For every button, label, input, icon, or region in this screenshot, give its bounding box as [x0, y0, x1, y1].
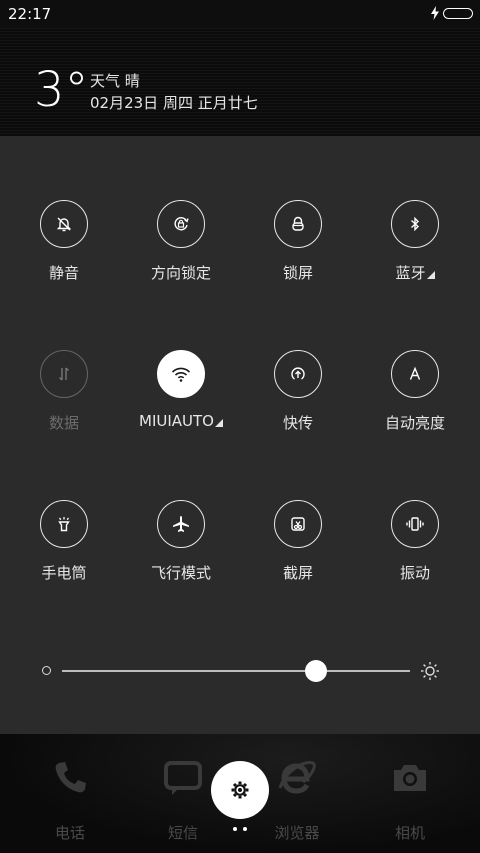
dock-label: 相机 [394, 824, 425, 842]
status-bar: 22:17 [0, 0, 480, 28]
bluetooth-icon [391, 200, 439, 248]
brightness-track[interactable] [62, 670, 410, 672]
wifi-icon [157, 350, 205, 398]
dock-app-phone[interactable]: 电话 [25, 754, 115, 844]
brightness-slider[interactable] [0, 655, 480, 687]
auto-brightness-icon [391, 350, 439, 398]
weather-condition: 天气 晴 [90, 72, 140, 90]
toggle-label: 蓝牙 [395, 264, 426, 282]
screenshot-icon [274, 500, 322, 548]
message-icon [164, 761, 202, 795]
camera-icon [394, 765, 426, 791]
toggle-label: 方向锁定 [150, 264, 211, 282]
settings-button[interactable] [211, 761, 269, 819]
toggle-label: 静音 [48, 264, 79, 282]
browser-icon [278, 761, 316, 794]
clock: 22:17 [8, 5, 52, 23]
toggle-lock-screen[interactable]: 锁屏 [243, 200, 353, 310]
page-dot [243, 827, 247, 831]
rotation-lock-icon [157, 200, 205, 248]
toggle-rotation-lock[interactable]: 方向锁定 [126, 200, 236, 310]
toggle-auto-brightness[interactable]: 自动亮度 [360, 350, 470, 460]
mobile-data-icon [40, 350, 88, 398]
dock-label: 电话 [54, 824, 85, 842]
date-text: 02月23日 周四 正月廿七 [90, 94, 258, 112]
toggle-wifi[interactable]: MIUIAUTO [126, 350, 236, 460]
airplane-icon [157, 500, 205, 548]
quick-transfer-icon [274, 350, 322, 398]
toggle-quick-transfer[interactable]: 快传 [243, 350, 353, 460]
temperature: 3° [34, 62, 89, 118]
toggle-label: MIUIAUTO [139, 412, 214, 430]
page-indicator [233, 827, 249, 833]
toggle-flashlight[interactable]: 手电筒 [9, 500, 119, 610]
toggle-screenshot[interactable]: 截屏 [243, 500, 353, 610]
toggle-label: 振动 [399, 564, 430, 582]
toggle-airplane[interactable]: 飞行模式 [126, 500, 236, 610]
weather-header[interactable]: 3° 天气 晴 02月23日 周四 正月廿七 [0, 28, 480, 136]
dock-label: 短信 [167, 824, 198, 842]
toggle-label-expandable: MIUIAUTO [116, 412, 246, 430]
vibrate-icon [391, 500, 439, 548]
page-dot [233, 827, 237, 831]
phone-icon [55, 762, 86, 793]
dock-app-camera[interactable]: 相机 [365, 754, 455, 844]
toggle-label: 截屏 [282, 564, 313, 582]
flashlight-icon [40, 500, 88, 548]
bolt-icon [431, 6, 439, 20]
expand-triangle-icon [214, 419, 223, 427]
gear-icon [231, 781, 249, 799]
toggle-label: 快传 [282, 414, 313, 432]
toggle-vibrate[interactable]: 振动 [360, 500, 470, 610]
toggle-label: 飞行模式 [150, 564, 211, 582]
toggle-bluetooth[interactable]: 蓝牙 [360, 200, 470, 310]
toggle-label: 数据 [48, 414, 79, 432]
toggle-label-expandable: 蓝牙 [350, 262, 480, 283]
toggle-label: 自动亮度 [384, 414, 445, 432]
brightness-low-icon [42, 666, 51, 675]
toggle-label: 锁屏 [282, 264, 313, 282]
brightness-high-icon [421, 662, 439, 680]
battery-icon [443, 8, 473, 19]
lock-icon [274, 200, 322, 248]
toggle-mobile-data[interactable]: 数据 [9, 350, 119, 460]
brightness-thumb[interactable] [305, 660, 328, 682]
quick-settings-panel: 静音 方向锁定 锁屏 蓝牙 数据 MIUIAUTO 快传 自动亮度 手电筒 飞行… [0, 136, 480, 734]
toggle-silent[interactable]: 静音 [9, 200, 119, 310]
dock-label: 浏览器 [274, 824, 320, 842]
expand-triangle-icon [426, 271, 435, 279]
silent-bell-icon [40, 200, 88, 248]
toggle-label: 手电筒 [41, 564, 87, 582]
